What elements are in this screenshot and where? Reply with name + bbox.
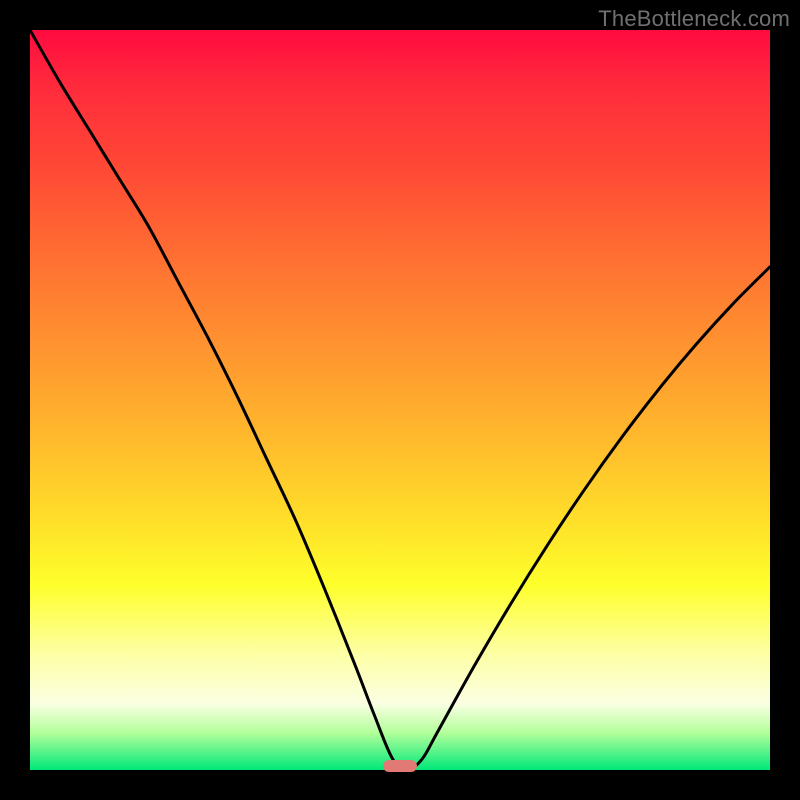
curve-layer <box>30 30 770 770</box>
plot-area <box>30 30 770 770</box>
chart-frame: TheBottleneck.com <box>0 0 800 800</box>
watermark-text: TheBottleneck.com <box>598 6 790 32</box>
bottleneck-curve <box>30 30 770 770</box>
optimal-point-marker <box>383 760 416 772</box>
